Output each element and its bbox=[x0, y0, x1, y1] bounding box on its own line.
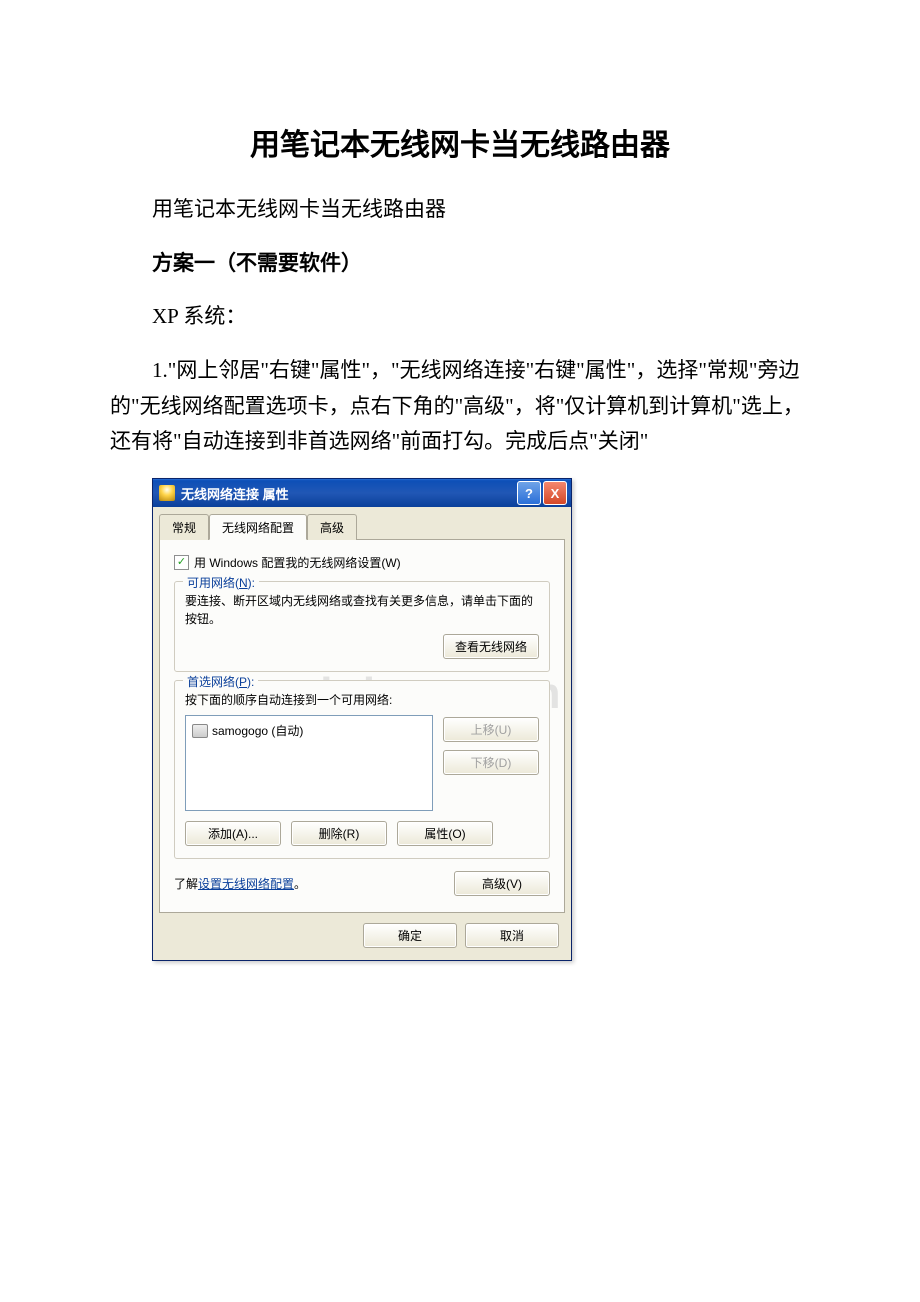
properties-button[interactable]: 属性(O) bbox=[397, 821, 493, 846]
available-legend: 可用网络(N): bbox=[183, 574, 259, 591]
os-line: XP 系统： bbox=[110, 299, 810, 335]
list-item[interactable]: samogogo (自动) bbox=[190, 720, 428, 741]
tab-panel-wireless: ✓ 用 Windows 配置我的无线网络设置(W) 可用网络(N): 要连接、断… bbox=[159, 540, 565, 913]
ok-button[interactable]: 确定 bbox=[363, 923, 457, 948]
learn-prefix: 了解 bbox=[174, 875, 198, 892]
tab-wireless-config[interactable]: 无线网络配置 bbox=[209, 514, 307, 540]
tab-advanced[interactable]: 高级 bbox=[307, 514, 357, 540]
plan-heading: 方案一（不需要软件） bbox=[110, 246, 810, 282]
view-wireless-button[interactable]: 查看无线网络 bbox=[443, 634, 539, 659]
titlebar[interactable]: 无线网络连接 属性 ? X bbox=[153, 479, 571, 507]
learn-suffix: 。 bbox=[294, 875, 306, 892]
preferred-listbox[interactable]: samogogo (自动) bbox=[185, 715, 433, 811]
preferred-legend: 首选网络(P): bbox=[183, 673, 258, 690]
available-text: 要连接、断开区域内无线网络或查找有关更多信息，请单击下面的按钮。 bbox=[185, 592, 539, 628]
move-down-button[interactable]: 下移(D) bbox=[443, 750, 539, 775]
tab-strip: 常规 无线网络配置 高级 bbox=[159, 513, 565, 540]
tab-general[interactable]: 常规 bbox=[159, 514, 209, 540]
network-item-icon bbox=[192, 724, 208, 738]
close-button[interactable]: X bbox=[543, 481, 567, 505]
preferred-networks-group: 首选网络(P): 按下面的顺序自动连接到一个可用网络: samogogo (自动… bbox=[174, 680, 550, 859]
network-icon bbox=[159, 485, 175, 501]
doc-subtitle: 用笔记本无线网卡当无线路由器 bbox=[110, 192, 810, 228]
move-up-button[interactable]: 上移(U) bbox=[443, 717, 539, 742]
network-item-label: samogogo (自动) bbox=[212, 722, 303, 739]
use-windows-checkbox[interactable]: ✓ bbox=[174, 555, 189, 570]
use-windows-label: 用 Windows 配置我的无线网络设置(W) bbox=[194, 554, 401, 571]
wireless-properties-dialog: www.bdocx.com 无线网络连接 属性 ? X 常规 无线网络配置 高级… bbox=[152, 478, 572, 961]
available-networks-group: 可用网络(N): 要连接、断开区域内无线网络或查找有关更多信息，请单击下面的按钮… bbox=[174, 581, 550, 672]
learn-link[interactable]: 设置无线网络配置 bbox=[198, 875, 294, 892]
remove-button[interactable]: 删除(R) bbox=[291, 821, 387, 846]
help-button[interactable]: ? bbox=[517, 481, 541, 505]
window-title: 无线网络连接 属性 bbox=[181, 484, 289, 503]
cancel-button[interactable]: 取消 bbox=[465, 923, 559, 948]
preferred-text: 按下面的顺序自动连接到一个可用网络: bbox=[185, 691, 539, 709]
advanced-button[interactable]: 高级(V) bbox=[454, 871, 550, 896]
page-title: 用笔记本无线网卡当无线路由器 bbox=[110, 120, 810, 164]
add-button[interactable]: 添加(A)... bbox=[185, 821, 281, 846]
step-1: 1."网上邻居"右键"属性"，"无线网络连接"右键"属性"，选择"常规"旁边的"… bbox=[110, 353, 810, 460]
